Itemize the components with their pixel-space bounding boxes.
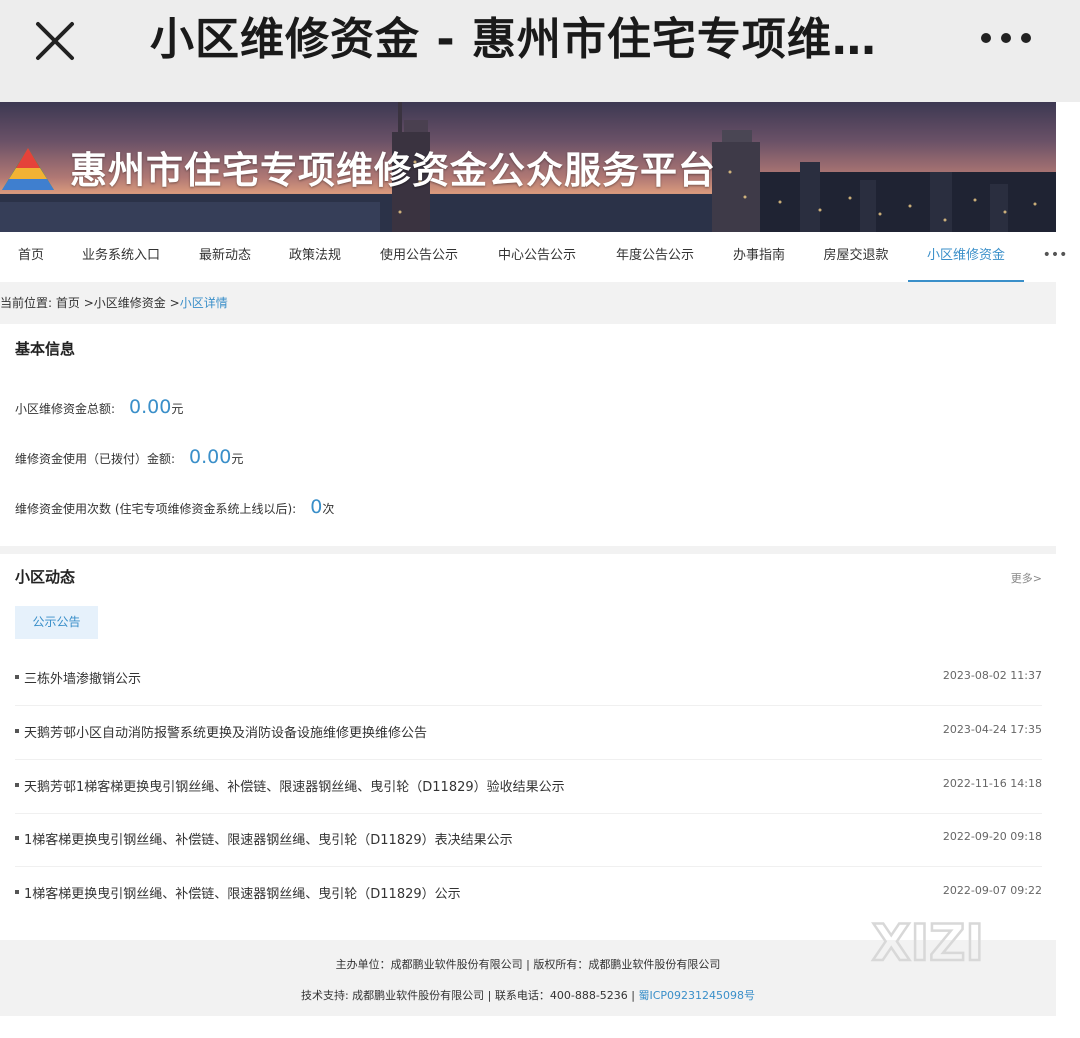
nav-item-business-entry[interactable]: 业务系统入口 (62, 232, 180, 282)
nav-item-usage-notice[interactable]: 使用公告公示 (360, 232, 478, 282)
news-item-date: 2022-09-07 09:22 (942, 884, 1042, 897)
fund-use-count-row: 维修资金使用次数 (住宅专项维修资金系统上线以后): 0次 (15, 496, 334, 518)
fund-used-value: 0.00 (189, 446, 232, 468)
news-item-title[interactable]: 三栋外墙渗撤销公示 (24, 668, 141, 687)
close-icon (36, 22, 74, 60)
pyramid-logo-icon (2, 148, 54, 190)
community-news-panel: 小区动态 更多> 公示公告 三栋外墙渗撤销公示 2023-08-02 11:37… (0, 554, 1056, 940)
xizi-watermark-logo: XIZI (871, 913, 986, 968)
tab-public-notice[interactable]: 公示公告 (15, 606, 98, 639)
browser-more-button[interactable] (976, 20, 1036, 56)
news-list-item[interactable]: 天鹅芳邨1梯客梯更换曳引钢丝绳、补偿链、限速器钢丝绳、曳引轮（D11829）验收… (15, 760, 1042, 814)
bullet-icon (15, 729, 19, 733)
fund-total-unit: 元 (171, 402, 184, 416)
nav-item-guide[interactable]: 办事指南 (714, 232, 804, 282)
site-title: 惠州市住宅专项维修资金公众服务平台 (70, 149, 716, 192)
footer-support-text: 技术支持: 成都鹏业软件股份有限公司 | 联系电话：400-888-5236 | (300, 989, 639, 1002)
fund-total-row: 小区维修资金总额: 0.00元 (15, 396, 183, 418)
nav-item-annual-notice[interactable]: 年度公告公示 (596, 232, 714, 282)
news-list-item[interactable]: 三栋外墙渗撤销公示 2023-08-02 11:37 (15, 652, 1042, 706)
bullet-icon (15, 783, 19, 787)
news-item-date: 2022-11-16 14:18 (942, 777, 1042, 790)
breadcrumb-community-fund[interactable]: 小区维修资金 (94, 296, 166, 310)
fund-use-count-unit: 次 (322, 502, 335, 516)
browser-page-title: 小区维修资金 - 惠州市住宅专项维… (150, 14, 877, 65)
bullet-icon (15, 836, 19, 840)
breadcrumb-separator: > (83, 296, 94, 310)
community-news-title: 小区动态 (15, 568, 76, 586)
news-item-date: 2023-04-24 17:35 (942, 723, 1042, 736)
breadcrumb-prefix: 当前位置: (0, 296, 53, 310)
news-list-item[interactable]: 天鹅芳邨小区自动消防报警系统更换及消防设备设施维修更换维修公告 2023-04-… (15, 706, 1042, 760)
news-list-item[interactable]: 1梯客梯更换曳引钢丝绳、补偿链、限速器钢丝绳、曳引轮（D11829）表决结果公示… (15, 813, 1042, 867)
close-button[interactable] (30, 16, 80, 66)
breadcrumb-home[interactable]: 首页 (56, 296, 80, 310)
news-item-title[interactable]: 1梯客梯更换曳引钢丝绳、补偿链、限速器钢丝绳、曳引轮（D11829）表决结果公示 (24, 829, 513, 848)
breadcrumb-bar: 当前位置: 首页 >小区维修资金 >小区详情 (0, 282, 1056, 324)
news-item-title[interactable]: 天鹅芳邨小区自动消防报警系统更换及消防设备设施维修更换维修公告 (24, 722, 427, 741)
nav-more-button[interactable]: ••• (1040, 232, 1070, 282)
fund-total-label: 小区维修资金总额: (15, 402, 116, 416)
more-horizontal-icon (981, 33, 1031, 43)
breadcrumb: 当前位置: 首页 >小区维修资金 >小区详情 (0, 294, 228, 311)
basic-info-title: 基本信息 (15, 340, 76, 358)
nav-item-housing-refund[interactable]: 房屋交退款 (804, 232, 908, 282)
icp-link[interactable]: 蜀ICP09231245098号 (638, 989, 755, 1002)
news-item-date: 2022-09-20 09:18 (942, 830, 1042, 843)
news-item-title[interactable]: 天鹅芳邨1梯客梯更换曳引钢丝绳、补偿链、限速器钢丝绳、曳引轮（D11829）验收… (24, 776, 565, 795)
fund-use-count-value: 0 (310, 496, 323, 518)
footer-support-line: 技术支持: 成都鹏业软件股份有限公司 | 联系电话：400-888-5236 |… (0, 987, 1056, 1003)
breadcrumb-current: 小区详情 (179, 296, 228, 310)
fund-used-label: 维修资金使用（已拨付）金额: (15, 452, 176, 466)
nav-item-center-notice[interactable]: 中心公告公示 (478, 232, 596, 282)
browser-top-bar: 小区维修资金 - 惠州市住宅专项维… (0, 0, 1080, 102)
main-nav: 首页 业务系统入口 最新动态 政策法规 使用公告公示 中心公告公示 年度公告公示… (0, 232, 1080, 282)
bullet-icon (15, 675, 19, 679)
nav-item-latest-news[interactable]: 最新动态 (180, 232, 270, 282)
fund-total-value: 0.00 (129, 396, 172, 418)
breadcrumb-separator: > (169, 296, 180, 310)
basic-info-panel: 基本信息 小区维修资金总额: 0.00元 维修资金使用（已拨付）金额: 0.00元 … (0, 324, 1056, 546)
watermark-text: XIZI (872, 914, 984, 968)
nav-item-home[interactable]: 首页 (0, 232, 62, 282)
fund-used-unit: 元 (231, 452, 244, 466)
news-item-title[interactable]: 1梯客梯更换曳引钢丝绳、补偿链、限速器钢丝绳、曳引轮（D11829）公示 (24, 883, 461, 902)
section-divider (0, 546, 1056, 554)
nav-item-policy[interactable]: 政策法规 (270, 232, 360, 282)
nav-item-community-fund[interactable]: 小区维修资金 (908, 232, 1024, 282)
news-more-link[interactable]: 更多> (1011, 570, 1042, 586)
site-banner: 惠州市住宅专项维修资金公众服务平台 (0, 102, 1056, 232)
fund-used-row: 维修资金使用（已拨付）金额: 0.00元 (15, 446, 243, 468)
fund-use-count-label: 维修资金使用次数 (住宅专项维修资金系统上线以后): (15, 502, 297, 516)
bullet-icon (15, 890, 19, 894)
news-item-date: 2023-08-02 11:37 (942, 669, 1042, 682)
